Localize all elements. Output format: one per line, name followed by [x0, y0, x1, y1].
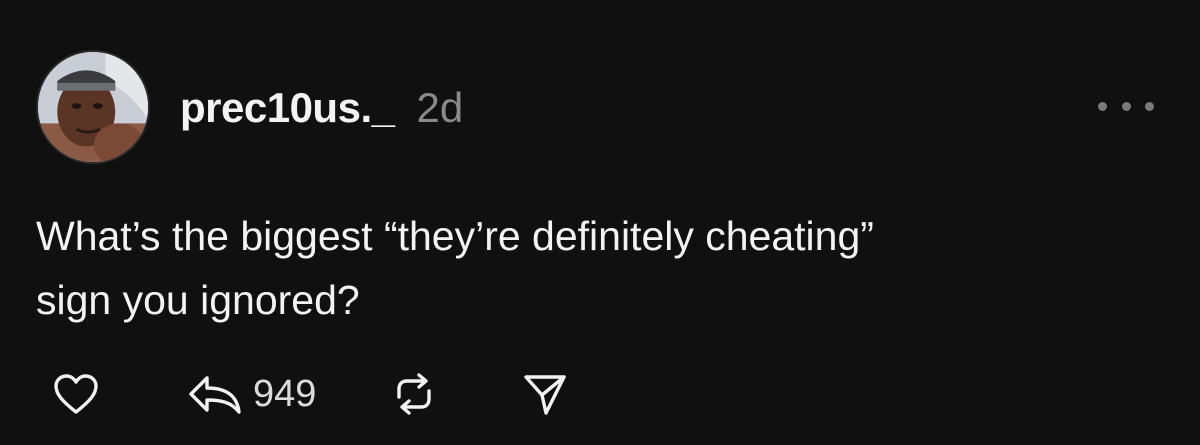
ellipsis-icon-dot	[1098, 101, 1107, 111]
ellipsis-icon-dot	[1145, 101, 1154, 111]
post-text: What’s the biggest “they’re definitely c…	[36, 204, 1156, 332]
share-button[interactable]	[522, 371, 568, 417]
action-bar: 949	[36, 366, 568, 422]
avatar-photo	[38, 52, 148, 162]
post-header: prec10us._ 2d	[180, 84, 463, 132]
post-text-line-1: What’s the biggest “they’re definitely c…	[36, 213, 874, 259]
repost-button[interactable]	[391, 371, 437, 417]
reply-count: 949	[253, 372, 317, 415]
reply-button[interactable]: 949	[187, 372, 316, 416]
ellipsis-icon-dot	[1121, 101, 1131, 111]
username[interactable]: prec10us._	[180, 84, 395, 132]
thread-post: prec10us._ 2d What’s the biggest “they’r…	[0, 0, 1200, 445]
post-text-line-2: sign you ignored?	[36, 277, 360, 323]
avatar[interactable]	[36, 50, 150, 164]
reply-icon	[189, 376, 241, 414]
more-options-button[interactable]	[1098, 94, 1154, 118]
send-icon	[524, 375, 567, 415]
like-button[interactable]	[52, 372, 100, 416]
repost-icon	[397, 373, 432, 415]
timestamp: 2d	[416, 84, 464, 131]
heart-icon	[54, 374, 98, 414]
